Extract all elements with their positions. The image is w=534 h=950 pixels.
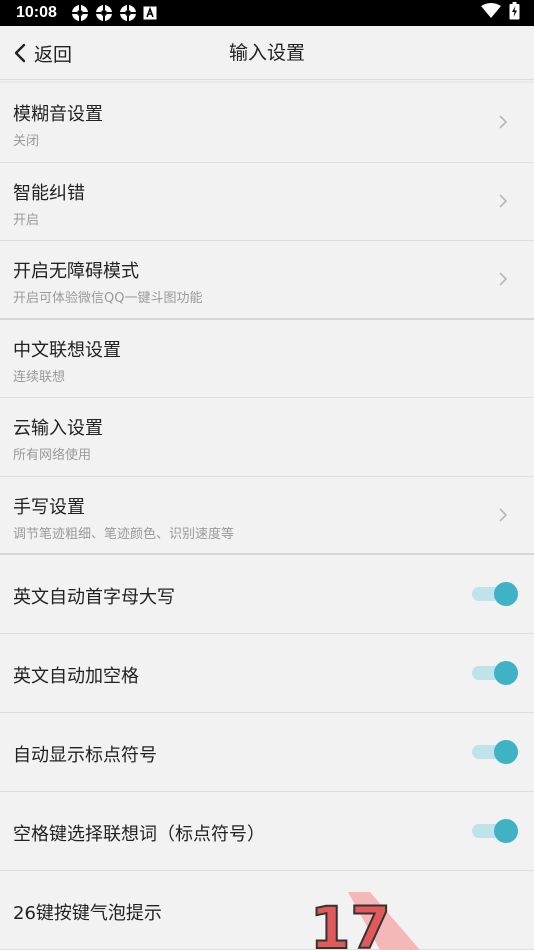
setting-title: 英文自动加空格 [13, 666, 139, 687]
status-bar: 10:08 [0, 0, 534, 26]
setting-smart-correction[interactable]: 智能纠错 开启 [0, 163, 534, 241]
chevron-right-icon [498, 271, 508, 287]
setting-subtitle: 关闭 [13, 134, 40, 149]
setting-space-select-association[interactable]: 空格键选择联想词（标点符号） [0, 792, 534, 871]
toggle-thumb [494, 661, 518, 685]
setting-chinese-association[interactable]: 中文联想设置 连续联想 [0, 320, 534, 398]
setting-subtitle: 调节笔迹粗细、笔迹颜色、识别速度等 [13, 526, 235, 542]
setting-subtitle: 开启 [13, 212, 40, 228]
setting-title: 手写设置 [13, 496, 85, 518]
status-icons-right [481, 2, 520, 24]
setting-auto-punctuation[interactable]: 自动显示标点符号 [0, 713, 534, 792]
battery-charging-icon [509, 2, 520, 24]
watermark-text: 17 [310, 894, 391, 950]
setting-subtitle: 开启可体验微信QQ一键斗图功能 [13, 291, 203, 306]
setting-subtitle: 连续联想 [13, 369, 66, 385]
status-icons-left [71, 4, 157, 22]
settings-list: 模糊音设置 关闭 智能纠错 开启 开启无障碍模式 开启可体验微信QQ一键斗图功能… [0, 84, 534, 950]
chevron-right-icon [498, 114, 508, 130]
setting-title: 模糊音设置 [13, 104, 103, 125]
title-bar: 返回 输入设置 [0, 26, 534, 80]
toggle-thumb [494, 819, 518, 843]
settings-gear-icon [119, 4, 137, 22]
back-button[interactable]: 返回 [14, 26, 72, 80]
setting-title: 云输入设置 [13, 418, 103, 439]
setting-title: 中文联想设置 [13, 339, 121, 361]
wifi-icon [481, 3, 501, 23]
toggle-thumb [494, 582, 518, 606]
setting-auto-capitalize[interactable]: 英文自动首字母大写 [0, 555, 534, 634]
auto-punctuation-toggle[interactable] [472, 740, 518, 764]
page-title: 输入设置 [228, 42, 305, 64]
toggle-thumb [494, 740, 518, 764]
settings-gear-icon [71, 4, 89, 22]
setting-title: 英文自动首字母大写 [13, 587, 175, 608]
keyboard-a-icon [143, 6, 157, 20]
watermark-logo: 17 [310, 888, 420, 950]
chevron-right-icon [498, 193, 508, 209]
setting-key-bubble-hint[interactable]: 26键按键气泡提示 [0, 871, 534, 950]
setting-title: 智能纠错 [13, 182, 85, 204]
settings-gear-icon [95, 4, 113, 22]
setting-title: 开启无障碍模式 [13, 261, 139, 282]
setting-auto-space[interactable]: 英文自动加空格 [0, 634, 534, 713]
setting-subtitle: 所有网络使用 [13, 448, 92, 463]
setting-handwriting[interactable]: 手写设置 调节笔迹粗细、笔迹颜色、识别速度等 [0, 477, 534, 555]
chevron-left-icon [14, 43, 34, 63]
status-time: 10:08 [16, 4, 57, 21]
setting-title: 空格键选择联想词（标点符号） [13, 824, 265, 845]
setting-accessibility-mode[interactable]: 开启无障碍模式 开启可体验微信QQ一键斗图功能 [0, 241, 534, 320]
setting-title: 26键按键气泡提示 [13, 903, 162, 924]
auto-capitalize-toggle[interactable] [472, 582, 518, 606]
space-select-toggle[interactable] [472, 819, 518, 843]
setting-title: 自动显示标点符号 [13, 745, 157, 766]
back-label: 返回 [34, 43, 73, 66]
chevron-right-icon [498, 507, 508, 523]
setting-cloud-input[interactable]: 云输入设置 所有网络使用 [0, 398, 534, 477]
auto-space-toggle[interactable] [472, 661, 518, 685]
setting-fuzzy-pinyin[interactable]: 模糊音设置 关闭 [0, 84, 534, 163]
